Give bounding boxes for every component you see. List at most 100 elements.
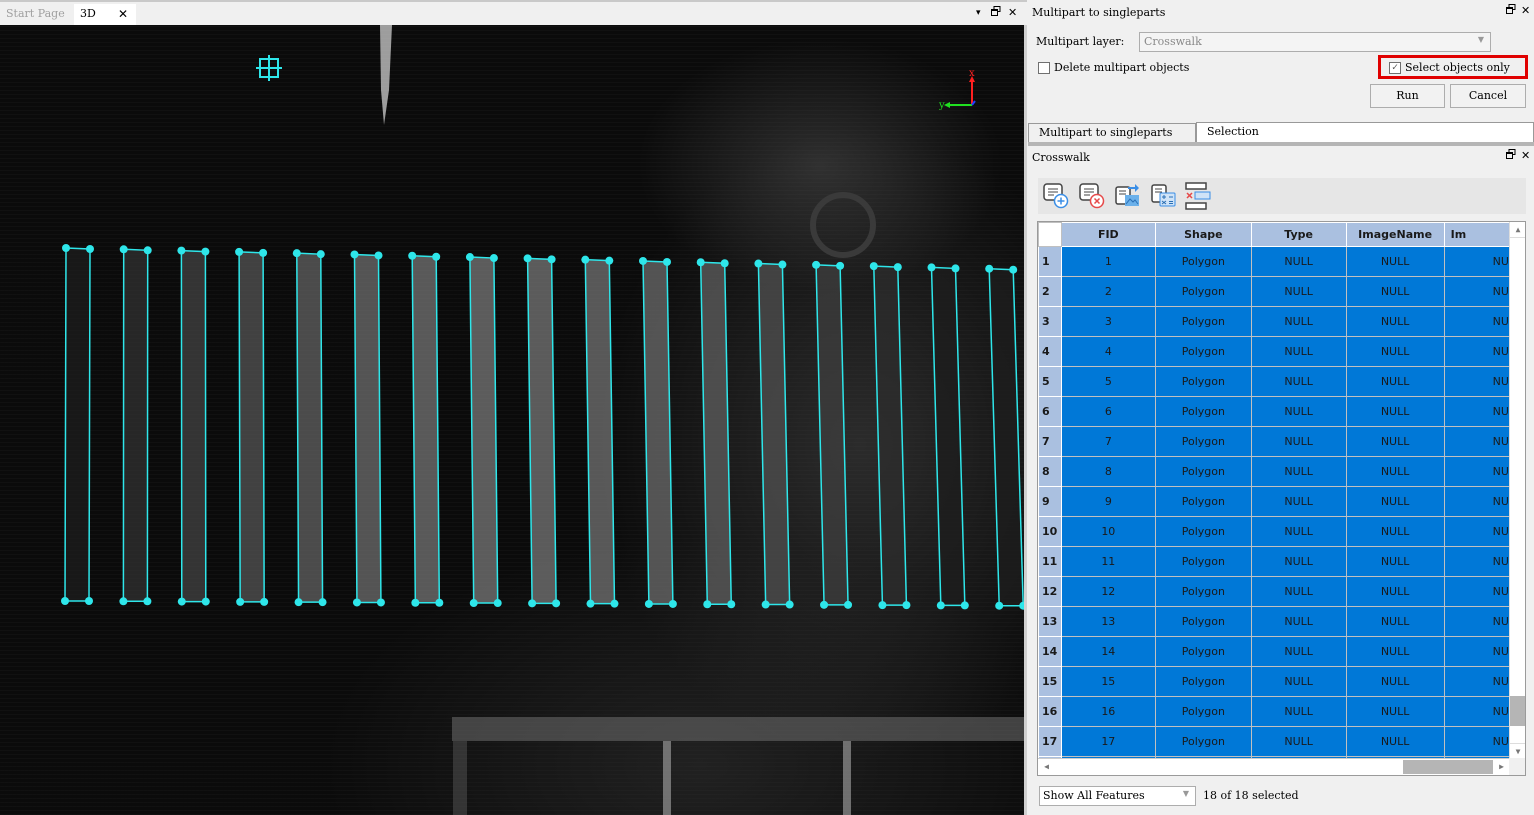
close-icon[interactable]: ✕ xyxy=(1521,4,1530,17)
pane-splitter[interactable] xyxy=(1024,25,1027,815)
polygon-vertex-handle[interactable] xyxy=(639,256,647,265)
polygon-vertex-handle[interactable] xyxy=(878,601,887,610)
polygon-vertex-handle[interactable] xyxy=(785,600,794,609)
run-button[interactable]: Run xyxy=(1370,84,1445,108)
column-header-fid[interactable]: FID xyxy=(1060,222,1156,247)
polygon-vertex-handle[interactable] xyxy=(927,263,936,272)
polygon-vertex-handle[interactable] xyxy=(703,600,712,609)
point-cloud-viewport[interactable]: x y xyxy=(0,25,1024,815)
table-cell[interactable]: NULL xyxy=(1250,306,1347,337)
polygon-vertex-handle[interactable] xyxy=(960,601,969,610)
polygon-vertex-handle[interactable] xyxy=(552,599,561,608)
polygon-vertex-handle[interactable] xyxy=(812,260,821,269)
row-header[interactable]: 10 xyxy=(1038,516,1062,547)
table-cell[interactable]: NU xyxy=(1443,336,1510,367)
polygon-vertex-handle[interactable] xyxy=(235,247,244,256)
export-icon[interactable] xyxy=(1114,182,1142,210)
polygon-vertex-handle[interactable] xyxy=(432,252,441,261)
select-objects-only-checkbox[interactable]: ✓ xyxy=(1389,62,1401,74)
polygon-vertex-handle[interactable] xyxy=(119,245,128,254)
polygon-vertex-handle[interactable] xyxy=(292,249,301,258)
row-header[interactable]: 16 xyxy=(1038,696,1062,727)
panel-splitter[interactable] xyxy=(1028,142,1534,146)
table-cell[interactable]: 16 xyxy=(1060,696,1156,727)
table-cell[interactable]: NU xyxy=(1443,486,1510,517)
table-cell[interactable]: NU xyxy=(1443,306,1510,337)
table-cell[interactable]: NULL xyxy=(1345,546,1445,577)
polygon-vertex-handle[interactable] xyxy=(778,260,787,269)
table-cell[interactable]: NULL xyxy=(1250,336,1347,367)
table-cell[interactable]: NULL xyxy=(1250,696,1347,727)
scroll-thumb[interactable] xyxy=(1403,760,1493,774)
table-cell[interactable]: NULL xyxy=(1250,576,1347,607)
table-cell[interactable]: Polygon xyxy=(1154,606,1252,637)
table-cell[interactable]: NU xyxy=(1443,246,1510,277)
polygon-vertex-handle[interactable] xyxy=(985,264,994,273)
column-header-shape[interactable]: Shape xyxy=(1154,222,1252,247)
polygon-vertex-handle[interactable] xyxy=(605,256,614,265)
polygon-vertex-handle[interactable] xyxy=(523,254,532,263)
restore-icon[interactable] xyxy=(1506,149,1516,162)
polygon-vertex-handle[interactable] xyxy=(143,246,152,255)
table-cell[interactable]: Polygon xyxy=(1154,456,1252,487)
polygon-vertex-handle[interactable] xyxy=(761,600,770,609)
table-cell[interactable]: Polygon xyxy=(1154,666,1252,697)
row-header[interactable]: 15 xyxy=(1038,666,1062,697)
table-cell[interactable]: 17 xyxy=(1060,726,1156,757)
select-all-corner[interactable] xyxy=(1038,222,1062,247)
polygon-vertex-handle[interactable] xyxy=(820,600,829,609)
tab-selection[interactable]: Selection xyxy=(1196,122,1534,142)
table-cell[interactable]: 7 xyxy=(1060,426,1156,457)
table-cell[interactable]: NU xyxy=(1443,456,1510,487)
row-header[interactable]: 11 xyxy=(1038,546,1062,577)
table-row[interactable]: 7 7 Polygon NULL NULL NU xyxy=(1038,426,1510,457)
polygon-vertex-handle[interactable] xyxy=(936,601,945,610)
row-header[interactable]: 2 xyxy=(1038,276,1062,307)
table-cell[interactable]: 6 xyxy=(1060,396,1156,427)
polygon-vertex-handle[interactable] xyxy=(177,597,186,606)
table-row[interactable]: 5 5 Polygon NULL NULL NU xyxy=(1038,366,1510,397)
polygon-vertex-handle[interactable] xyxy=(435,598,444,607)
polygon-vertex-handle[interactable] xyxy=(61,597,69,605)
table-cell[interactable]: Polygon xyxy=(1154,426,1252,457)
table-cell[interactable]: Polygon xyxy=(1154,636,1252,667)
feature-filter-select[interactable]: Show All Features ▼ xyxy=(1039,786,1196,806)
table-cell[interactable]: Polygon xyxy=(1154,336,1252,367)
table-cell[interactable]: NULL xyxy=(1250,516,1347,547)
table-cell[interactable]: NULL xyxy=(1345,636,1445,667)
polygon-vertex-handle[interactable] xyxy=(902,601,911,610)
table-cell[interactable]: NULL xyxy=(1250,396,1347,427)
polygon-vertex-handle[interactable] xyxy=(727,600,736,609)
row-header[interactable]: 7 xyxy=(1038,426,1062,457)
polygon-vertex-handle[interactable] xyxy=(493,599,502,608)
table-cell[interactable]: NU xyxy=(1443,546,1510,577)
polygon-vertex-handle[interactable] xyxy=(720,259,729,268)
table-row[interactable]: 10 10 Polygon NULL NULL NU xyxy=(1038,516,1510,547)
polygon-vertex-handle[interactable] xyxy=(119,597,128,606)
multipart-layer-select[interactable]: Crosswalk ▼ xyxy=(1139,32,1491,52)
table-row[interactable]: 1 1 Polygon NULL NULL NU xyxy=(1038,246,1510,277)
table-row[interactable]: 15 15 Polygon NULL NULL NU xyxy=(1038,666,1510,697)
close-icon[interactable]: ✕ xyxy=(1008,6,1017,19)
polygon-vertex-handle[interactable] xyxy=(316,250,325,259)
polygon-vertex-handle[interactable] xyxy=(143,597,152,606)
table-cell[interactable]: NULL xyxy=(1250,546,1347,577)
table-cell[interactable]: Polygon xyxy=(1154,576,1252,607)
polygon-vertex-handle[interactable] xyxy=(201,247,210,256)
table-cell[interactable]: Polygon xyxy=(1154,486,1252,517)
table-cell[interactable]: 9 xyxy=(1060,486,1156,517)
table-row[interactable]: 9 9 Polygon NULL NULL NU xyxy=(1038,486,1510,517)
polygon-vertex-handle[interactable] xyxy=(995,601,1004,610)
scroll-right-icon[interactable]: ▶ xyxy=(1493,759,1510,775)
polygon-vertex-handle[interactable] xyxy=(376,598,385,607)
table-row[interactable]: 16 16 Polygon NULL NULL NU xyxy=(1038,696,1510,727)
polygon-vertex-handle[interactable] xyxy=(836,261,845,270)
polygon-vertex-handle[interactable] xyxy=(259,248,268,257)
table-cell[interactable]: Polygon xyxy=(1154,696,1252,727)
table-cell[interactable]: NU xyxy=(1443,276,1510,307)
table-row[interactable]: 13 13 Polygon NULL NULL NU xyxy=(1038,606,1510,637)
table-cell[interactable]: 12 xyxy=(1060,576,1156,607)
field-calculator-icon[interactable] xyxy=(1150,182,1178,210)
vertical-scrollbar[interactable]: ▲ ▼ xyxy=(1509,222,1525,759)
table-cell[interactable]: NU xyxy=(1443,696,1510,727)
